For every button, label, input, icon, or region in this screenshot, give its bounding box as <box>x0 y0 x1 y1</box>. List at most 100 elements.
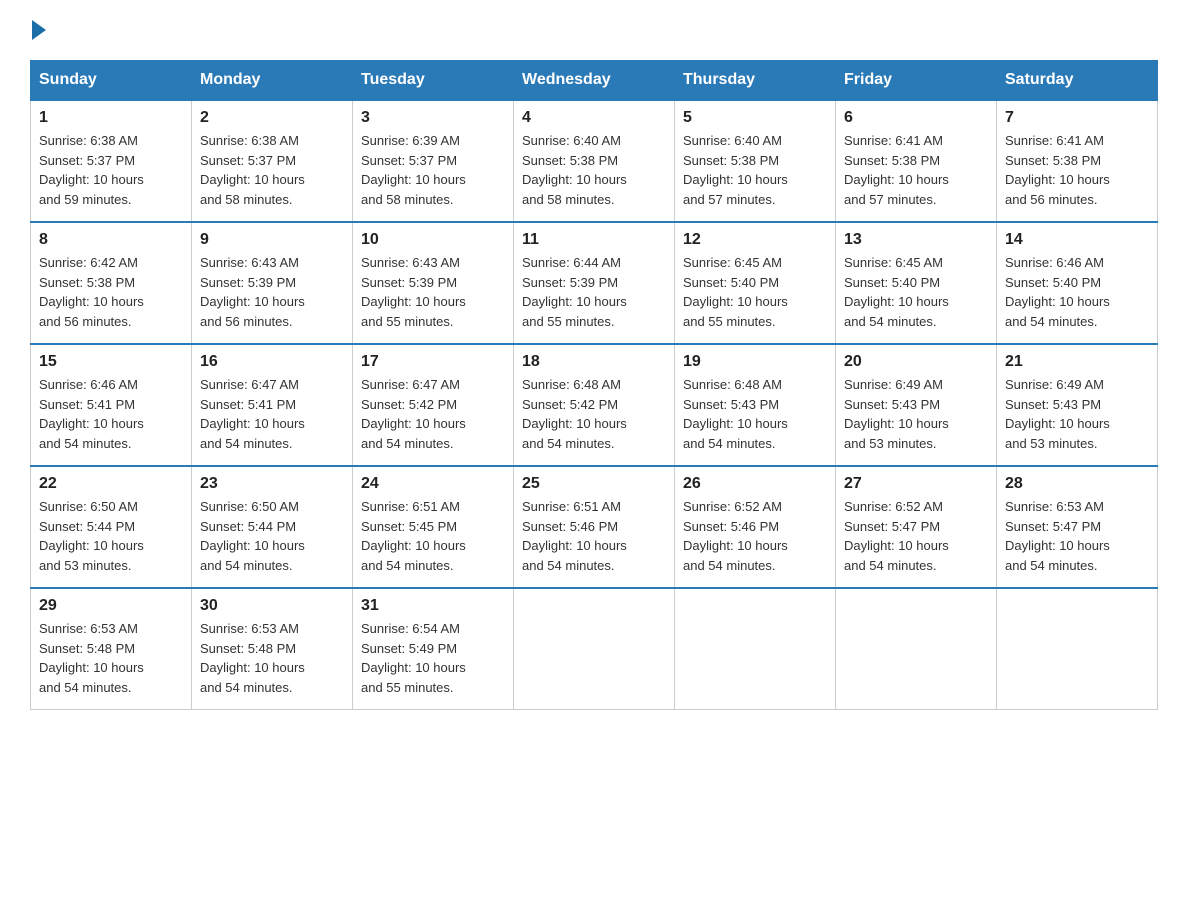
logo <box>30 20 48 40</box>
logo-triangle-icon <box>32 20 46 40</box>
day-number: 24 <box>361 475 505 493</box>
calendar-cell <box>514 588 675 710</box>
day-info: Sunrise: 6:54 AM Sunset: 5:49 PM Dayligh… <box>361 619 505 697</box>
day-info: Sunrise: 6:51 AM Sunset: 5:46 PM Dayligh… <box>522 497 666 575</box>
week-row-4: 29 Sunrise: 6:53 AM Sunset: 5:48 PM Dayl… <box>31 588 1158 710</box>
day-info: Sunrise: 6:38 AM Sunset: 5:37 PM Dayligh… <box>200 131 344 209</box>
day-number: 13 <box>844 231 988 249</box>
day-info: Sunrise: 6:52 AM Sunset: 5:46 PM Dayligh… <box>683 497 827 575</box>
day-info: Sunrise: 6:46 AM Sunset: 5:41 PM Dayligh… <box>39 375 183 453</box>
calendar-cell: 23 Sunrise: 6:50 AM Sunset: 5:44 PM Dayl… <box>192 466 353 588</box>
calendar-cell: 8 Sunrise: 6:42 AM Sunset: 5:38 PM Dayli… <box>31 222 192 344</box>
header-sunday: Sunday <box>31 61 192 101</box>
day-info: Sunrise: 6:53 AM Sunset: 5:48 PM Dayligh… <box>200 619 344 697</box>
calendar-cell: 17 Sunrise: 6:47 AM Sunset: 5:42 PM Dayl… <box>353 344 514 466</box>
calendar-cell: 21 Sunrise: 6:49 AM Sunset: 5:43 PM Dayl… <box>997 344 1158 466</box>
day-number: 16 <box>200 353 344 371</box>
day-info: Sunrise: 6:50 AM Sunset: 5:44 PM Dayligh… <box>39 497 183 575</box>
day-info: Sunrise: 6:43 AM Sunset: 5:39 PM Dayligh… <box>361 253 505 331</box>
day-info: Sunrise: 6:49 AM Sunset: 5:43 PM Dayligh… <box>844 375 988 453</box>
week-row-1: 8 Sunrise: 6:42 AM Sunset: 5:38 PM Dayli… <box>31 222 1158 344</box>
day-info: Sunrise: 6:44 AM Sunset: 5:39 PM Dayligh… <box>522 253 666 331</box>
day-info: Sunrise: 6:47 AM Sunset: 5:41 PM Dayligh… <box>200 375 344 453</box>
day-info: Sunrise: 6:50 AM Sunset: 5:44 PM Dayligh… <box>200 497 344 575</box>
day-number: 14 <box>1005 231 1149 249</box>
calendar-cell: 13 Sunrise: 6:45 AM Sunset: 5:40 PM Dayl… <box>836 222 997 344</box>
day-number: 3 <box>361 109 505 127</box>
day-number: 27 <box>844 475 988 493</box>
calendar-cell: 12 Sunrise: 6:45 AM Sunset: 5:40 PM Dayl… <box>675 222 836 344</box>
calendar-cell: 1 Sunrise: 6:38 AM Sunset: 5:37 PM Dayli… <box>31 100 192 222</box>
calendar-cell: 11 Sunrise: 6:44 AM Sunset: 5:39 PM Dayl… <box>514 222 675 344</box>
calendar-cell: 2 Sunrise: 6:38 AM Sunset: 5:37 PM Dayli… <box>192 100 353 222</box>
week-row-3: 22 Sunrise: 6:50 AM Sunset: 5:44 PM Dayl… <box>31 466 1158 588</box>
day-number: 19 <box>683 353 827 371</box>
day-number: 8 <box>39 231 183 249</box>
week-row-2: 15 Sunrise: 6:46 AM Sunset: 5:41 PM Dayl… <box>31 344 1158 466</box>
day-number: 1 <box>39 109 183 127</box>
day-number: 29 <box>39 597 183 615</box>
logo-text <box>30 20 48 40</box>
calendar-cell: 5 Sunrise: 6:40 AM Sunset: 5:38 PM Dayli… <box>675 100 836 222</box>
day-number: 28 <box>1005 475 1149 493</box>
calendar-cell: 7 Sunrise: 6:41 AM Sunset: 5:38 PM Dayli… <box>997 100 1158 222</box>
day-number: 30 <box>200 597 344 615</box>
calendar-cell: 29 Sunrise: 6:53 AM Sunset: 5:48 PM Dayl… <box>31 588 192 710</box>
calendar-cell: 22 Sunrise: 6:50 AM Sunset: 5:44 PM Dayl… <box>31 466 192 588</box>
calendar-cell: 10 Sunrise: 6:43 AM Sunset: 5:39 PM Dayl… <box>353 222 514 344</box>
calendar-cell: 24 Sunrise: 6:51 AM Sunset: 5:45 PM Dayl… <box>353 466 514 588</box>
day-number: 26 <box>683 475 827 493</box>
day-number: 2 <box>200 109 344 127</box>
calendar-cell <box>675 588 836 710</box>
day-number: 23 <box>200 475 344 493</box>
calendar-cell: 16 Sunrise: 6:47 AM Sunset: 5:41 PM Dayl… <box>192 344 353 466</box>
calendar-header-row: SundayMondayTuesdayWednesdayThursdayFrid… <box>31 61 1158 101</box>
day-info: Sunrise: 6:45 AM Sunset: 5:40 PM Dayligh… <box>683 253 827 331</box>
day-info: Sunrise: 6:53 AM Sunset: 5:48 PM Dayligh… <box>39 619 183 697</box>
day-number: 10 <box>361 231 505 249</box>
day-number: 20 <box>844 353 988 371</box>
header-friday: Friday <box>836 61 997 101</box>
day-info: Sunrise: 6:46 AM Sunset: 5:40 PM Dayligh… <box>1005 253 1149 331</box>
day-number: 12 <box>683 231 827 249</box>
day-number: 21 <box>1005 353 1149 371</box>
day-info: Sunrise: 6:40 AM Sunset: 5:38 PM Dayligh… <box>522 131 666 209</box>
day-info: Sunrise: 6:42 AM Sunset: 5:38 PM Dayligh… <box>39 253 183 331</box>
day-info: Sunrise: 6:38 AM Sunset: 5:37 PM Dayligh… <box>39 131 183 209</box>
calendar-cell: 20 Sunrise: 6:49 AM Sunset: 5:43 PM Dayl… <box>836 344 997 466</box>
calendar-cell: 6 Sunrise: 6:41 AM Sunset: 5:38 PM Dayli… <box>836 100 997 222</box>
header-tuesday: Tuesday <box>353 61 514 101</box>
day-info: Sunrise: 6:39 AM Sunset: 5:37 PM Dayligh… <box>361 131 505 209</box>
day-info: Sunrise: 6:49 AM Sunset: 5:43 PM Dayligh… <box>1005 375 1149 453</box>
calendar-cell: 28 Sunrise: 6:53 AM Sunset: 5:47 PM Dayl… <box>997 466 1158 588</box>
header-monday: Monday <box>192 61 353 101</box>
day-info: Sunrise: 6:53 AM Sunset: 5:47 PM Dayligh… <box>1005 497 1149 575</box>
calendar-cell: 3 Sunrise: 6:39 AM Sunset: 5:37 PM Dayli… <box>353 100 514 222</box>
day-info: Sunrise: 6:47 AM Sunset: 5:42 PM Dayligh… <box>361 375 505 453</box>
header-thursday: Thursday <box>675 61 836 101</box>
calendar-cell: 26 Sunrise: 6:52 AM Sunset: 5:46 PM Dayl… <box>675 466 836 588</box>
day-number: 15 <box>39 353 183 371</box>
page-header <box>30 20 1158 40</box>
day-number: 7 <box>1005 109 1149 127</box>
header-wednesday: Wednesday <box>514 61 675 101</box>
day-info: Sunrise: 6:41 AM Sunset: 5:38 PM Dayligh… <box>1005 131 1149 209</box>
day-info: Sunrise: 6:51 AM Sunset: 5:45 PM Dayligh… <box>361 497 505 575</box>
day-info: Sunrise: 6:48 AM Sunset: 5:42 PM Dayligh… <box>522 375 666 453</box>
calendar-cell: 15 Sunrise: 6:46 AM Sunset: 5:41 PM Dayl… <box>31 344 192 466</box>
day-number: 22 <box>39 475 183 493</box>
calendar-cell: 4 Sunrise: 6:40 AM Sunset: 5:38 PM Dayli… <box>514 100 675 222</box>
calendar-cell <box>997 588 1158 710</box>
calendar-cell: 30 Sunrise: 6:53 AM Sunset: 5:48 PM Dayl… <box>192 588 353 710</box>
day-number: 5 <box>683 109 827 127</box>
day-number: 25 <box>522 475 666 493</box>
day-number: 6 <box>844 109 988 127</box>
calendar-cell: 25 Sunrise: 6:51 AM Sunset: 5:46 PM Dayl… <box>514 466 675 588</box>
calendar-table: SundayMondayTuesdayWednesdayThursdayFrid… <box>30 60 1158 710</box>
calendar-cell: 31 Sunrise: 6:54 AM Sunset: 5:49 PM Dayl… <box>353 588 514 710</box>
day-number: 9 <box>200 231 344 249</box>
day-info: Sunrise: 6:48 AM Sunset: 5:43 PM Dayligh… <box>683 375 827 453</box>
day-info: Sunrise: 6:45 AM Sunset: 5:40 PM Dayligh… <box>844 253 988 331</box>
day-number: 4 <box>522 109 666 127</box>
day-number: 18 <box>522 353 666 371</box>
